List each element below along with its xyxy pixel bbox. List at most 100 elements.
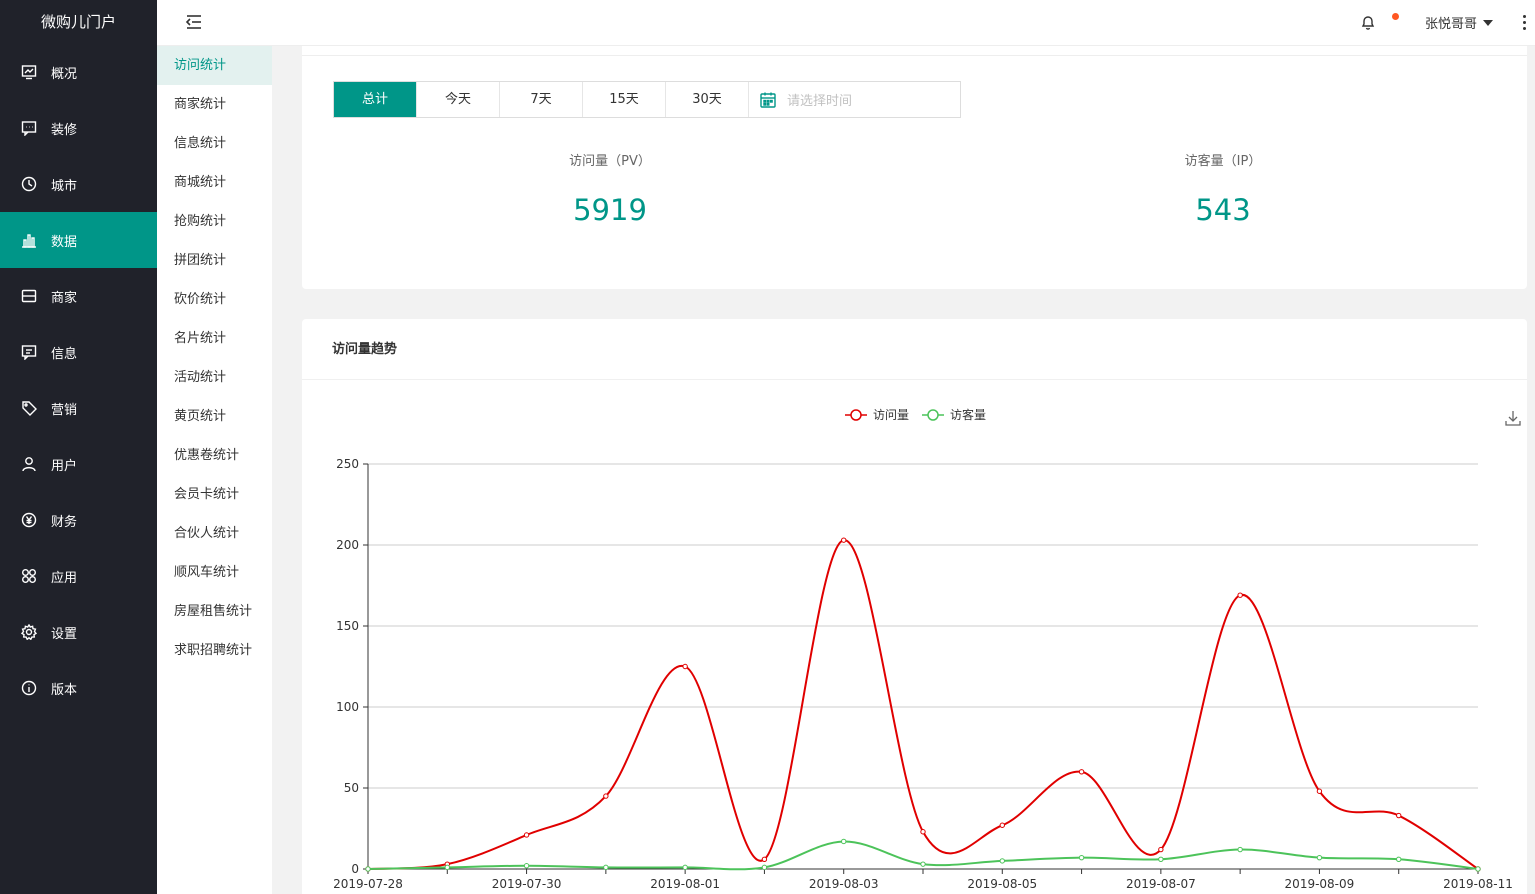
filter-button-0[interactable]: 总计 — [334, 82, 417, 117]
sidebar-item-5[interactable]: 信息 — [0, 324, 157, 380]
data-point — [1237, 592, 1243, 598]
date-range-picker[interactable]: 请选择时间 — [749, 82, 960, 117]
sidebar-item-4[interactable]: 商家 — [0, 268, 157, 324]
sidebar-item-label: 装修 — [51, 122, 78, 138]
sidebar-item-2[interactable]: 城市 — [0, 156, 157, 212]
series-line-0 — [367, 539, 1479, 870]
pie-icon — [20, 175, 38, 193]
x-tick-label: 2019-07-30 — [492, 877, 562, 891]
data-point — [1158, 856, 1164, 862]
y-tick-label: 250 — [336, 457, 359, 471]
x-tick-label: 2019-08-05 — [967, 877, 1037, 891]
filter-button-1[interactable]: 今天 — [417, 82, 500, 117]
ip-stat: 访客量（IP） 543 — [1073, 150, 1373, 227]
legend-marker — [927, 409, 939, 421]
sidebar-item-6[interactable]: 营销 — [0, 380, 157, 436]
y-tick-label: 100 — [336, 700, 359, 714]
brand-logo[interactable]: 微购儿门户 — [0, 0, 157, 44]
y-tick-label: 50 — [344, 781, 359, 795]
subnav-item-12[interactable]: 合伙人统计 — [157, 514, 272, 553]
gear-icon — [20, 623, 38, 641]
data-point — [523, 863, 530, 869]
filter-button-2[interactable]: 7天 — [500, 82, 583, 117]
data-point — [1396, 812, 1402, 819]
apps-icon — [20, 567, 38, 585]
user-name: 张悦哥哥 — [1425, 17, 1478, 32]
subnav-item-13[interactable]: 顺风车统计 — [157, 553, 272, 592]
data-point — [999, 822, 1005, 828]
sidebar-item-1[interactable]: 装修 — [0, 100, 157, 156]
subnav-item-8[interactable]: 活动统计 — [157, 358, 272, 397]
user-menu[interactable]: 张悦哥哥 — [1425, 13, 1494, 32]
store-icon — [20, 287, 38, 305]
subnav-item-4[interactable]: 抢购统计 — [157, 202, 272, 241]
user-icon — [20, 455, 38, 473]
top-header: 张悦哥哥 — [157, 0, 1535, 46]
ip-label: 访客量（IP） — [1184, 154, 1262, 169]
subnav-item-7[interactable]: 名片统计 — [157, 319, 272, 358]
subnav-item-3[interactable]: 商城统计 — [157, 163, 272, 202]
sidebar-item-8[interactable]: 财务 — [0, 492, 157, 548]
sidebar-item-label: 城市 — [51, 178, 78, 194]
y-tick-label: 200 — [336, 538, 359, 552]
subnav-item-14[interactable]: 房屋租售统计 — [157, 592, 272, 631]
subnav-item-2[interactable]: 信息统计 — [157, 124, 272, 163]
sidebar-item-label: 财务 — [51, 514, 78, 530]
subnav-item-9[interactable]: 黄页统计 — [157, 397, 272, 436]
subnav-item-10[interactable]: 优惠卷统计 — [157, 436, 272, 475]
subnav-item-5[interactable]: 拼团统计 — [157, 241, 272, 280]
more-vertical-icon[interactable] — [1523, 15, 1529, 31]
sub-sidebar: 访问统计 商家统计 信息统计 商城统计 抢购统计 拼团统计 砍价统计 名片统计 活动统计 黄页统计… — [157, 46, 272, 894]
sidebar-item-10[interactable]: 设置 — [0, 604, 157, 660]
data-point — [761, 856, 768, 862]
data-point — [920, 829, 926, 835]
x-tick-label: 2019-08-01 — [650, 877, 720, 891]
sidebar-item-9[interactable]: 应用 — [0, 548, 157, 604]
subnav-item-0[interactable]: 访问统计 — [157, 46, 272, 85]
caret-down-icon — [1483, 19, 1494, 26]
filter-button-3[interactable]: 15天 — [583, 82, 666, 117]
y-tick-label: 150 — [336, 619, 359, 633]
bell-icon[interactable] — [1360, 14, 1378, 32]
sidebar-item-3[interactable]: 数据 — [0, 212, 157, 268]
data-point — [1158, 846, 1164, 853]
data-point — [682, 663, 688, 670]
sidebar-item-label: 设置 — [51, 626, 78, 642]
menu-toggle-icon[interactable] — [185, 13, 205, 33]
x-tick-label: 2019-08-07 — [1126, 877, 1196, 891]
data-point — [1078, 769, 1085, 775]
ip-value: 543 — [1195, 193, 1251, 227]
data-point — [1475, 866, 1481, 872]
legend-label: 访问量 — [873, 408, 909, 422]
data-point — [1078, 854, 1085, 861]
legend-label: 访客量 — [950, 407, 986, 422]
subnav-item-11[interactable]: 会员卡统计 — [157, 475, 272, 514]
filter-button-4[interactable]: 30天 — [666, 82, 749, 117]
sidebar-item-label: 数据 — [51, 234, 78, 250]
subnav-item-15[interactable]: 求职招聘统计 — [157, 631, 272, 670]
date-placeholder: 请选择时间 — [787, 94, 853, 109]
info-icon — [20, 679, 38, 697]
trend-card: 访问量趋势 0 50 100 150 200 250 2019-07-28 2019-07-3… — [302, 319, 1527, 894]
data-point — [999, 858, 1005, 864]
time-filter-group: 总计 今天 7天 15天 30天 请选择时间 — [333, 81, 961, 118]
bar-chart-icon — [20, 231, 38, 249]
sidebar-item-7[interactable]: 用户 — [0, 436, 157, 492]
x-tick-label: 2019-08-11 — [1443, 877, 1513, 891]
sidebar-item-label: 概况 — [51, 66, 78, 82]
sidebar-item-11[interactable]: 版本 — [0, 660, 157, 716]
sidebar-item-0[interactable]: 概况 — [0, 44, 157, 100]
data-point — [603, 864, 609, 871]
subnav-item-1[interactable]: 商家统计 — [157, 85, 272, 124]
data-point — [920, 861, 926, 867]
sidebar-item-label: 信息 — [51, 346, 78, 362]
sidebar-item-label: 版本 — [51, 682, 78, 698]
calendar-icon — [760, 92, 776, 108]
pv-stat: 访问量（PV） 5919 — [460, 150, 760, 227]
data-point — [761, 864, 768, 871]
subnav-item-6[interactable]: 砍价统计 — [157, 280, 272, 319]
data-point — [682, 864, 688, 871]
scrollbar-track[interactable] — [1527, 46, 1535, 894]
trend-chart: 0 50 100 150 200 250 2019-07-28 2019-07-30 2019-… — [333, 407, 1513, 891]
message-icon — [20, 343, 38, 361]
